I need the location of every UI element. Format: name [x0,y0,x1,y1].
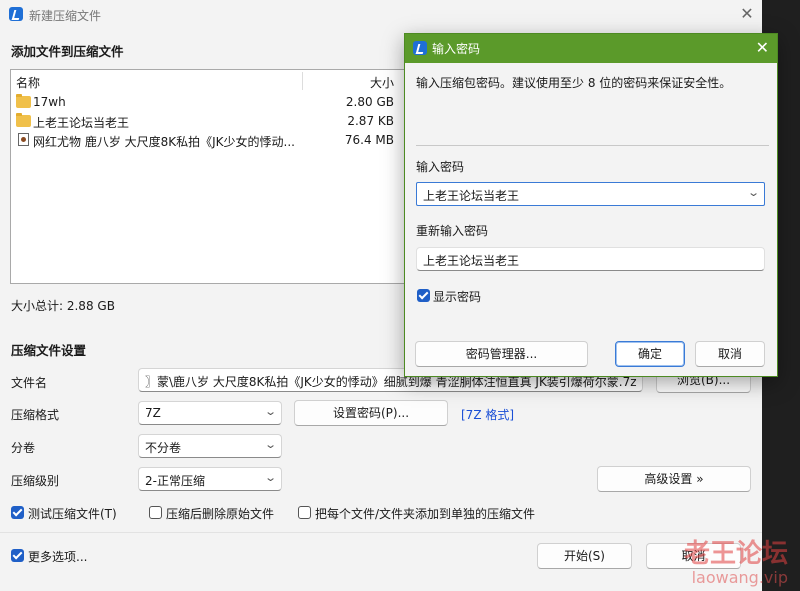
file-name: 网红尤物 鹿八岁 大尺度8K私拍《JK少女的悸动... [33,135,295,149]
title-bar: 新建压缩文件 ✕ [0,0,762,30]
confirm-password-input[interactable]: 上老王论坛当老王 [416,247,765,271]
column-header-size[interactable]: 大小 [370,74,394,91]
password-label: 输入密码 [416,160,465,174]
file-size: 2.80 GB [345,95,394,109]
ok-button[interactable]: 确定 [615,341,685,367]
password-dialog: 输入密码 ✕ 输入压缩包密码。建议使用至少 8 位的密码来保证安全性。 输入密码… [404,33,778,377]
list-item[interactable]: 网红尤物 鹿八岁 大尺度8K私拍《JK少女的悸动... 76.4 MB [11,130,404,150]
file-size: 76.4 MB [344,133,394,147]
list-item[interactable]: 上老王论坛当老王 2.87 KB [11,111,404,131]
files-section-heading: 添加文件到压缩文件 [11,44,124,59]
list-item[interactable]: 17wh 2.80 GB [11,92,404,112]
format-select[interactable]: 7Z ⌄ [138,401,282,425]
show-password-checkbox[interactable] [417,289,430,302]
app-logo-icon [9,7,23,21]
password-manager-button[interactable]: 密码管理器... [415,341,588,367]
level-select[interactable]: 2-正常压缩 ⌄ [138,467,282,491]
chevron-down-icon[interactable]: ⌄ [747,186,760,199]
file-list[interactable]: 名称 大小 17wh 2.80 GB 上老王论坛当老王 2.87 KB 网红尤物… [10,69,405,284]
start-button[interactable]: 开始(S) [537,543,632,569]
separate-archives-checkbox[interactable] [298,506,311,519]
file-name: 上老王论坛当老王 [33,116,130,130]
chevron-down-icon: ⌄ [263,405,277,418]
dialog-title: 输入密码 [432,42,481,56]
advanced-settings-button[interactable]: 高级设置 » [597,466,751,492]
dialog-title-bar: 输入密码 ✕ [405,34,777,63]
delete-originals-label[interactable]: 压缩后删除原始文件 [166,505,274,522]
test-archive-label[interactable]: 测试压缩文件(T) [28,505,117,522]
level-value: 2-正常压缩 [145,474,205,488]
show-password-label[interactable]: 显示密码 [433,288,481,305]
dialog-cancel-button[interactable]: 取消 [695,341,765,367]
app-logo-icon [413,41,427,55]
total-size: 大小总计: 2.88 GB [11,299,115,313]
confirm-password-label: 重新输入密码 [416,224,489,238]
level-label: 压缩级别 [11,474,60,488]
chevron-down-icon: ⌄ [263,438,277,451]
split-select[interactable]: 不分卷 ⌄ [138,434,282,458]
watermark-title: 老王论坛 [683,539,788,569]
separate-archives-label[interactable]: 把每个文件/文件夹添加到单独的压缩文件 [315,505,535,522]
window-title: 新建压缩文件 [29,9,102,23]
filename-label: 文件名 [11,376,48,390]
settings-heading: 压缩文件设置 [11,343,87,358]
format-label: 压缩格式 [11,408,60,422]
split-value: 不分卷 [145,441,182,455]
split-label: 分卷 [11,441,36,455]
delete-originals-checkbox[interactable] [149,506,162,519]
footer-divider [0,532,762,533]
column-header-name[interactable]: 名称 [16,74,40,91]
file-name: 17wh [33,95,66,109]
password-hint: 输入压缩包密码。建议使用至少 8 位的密码来保证安全性。 [416,76,732,90]
more-options-checkbox[interactable] [11,549,24,562]
list-header: 名称 大小 [11,70,404,92]
set-password-button[interactable]: 设置密码(P)... [294,400,448,426]
file-icon [18,133,29,146]
password-input[interactable]: 上老王论坛当老王 ⌄ [416,182,765,206]
format-value: 7Z [145,406,161,420]
watermark-url: laowang.vip [691,568,788,587]
password-value: 上老王论坛当老王 [423,189,520,203]
format-link[interactable]: [7Z 格式] [461,406,514,423]
test-archive-checkbox[interactable] [11,506,24,519]
dialog-divider [416,145,769,146]
watermark: 老王论坛 laowang.vip [684,533,788,587]
chevron-down-icon: ⌄ [263,471,277,484]
column-separator[interactable] [302,72,303,90]
more-options-label[interactable]: 更多选项... [28,548,87,565]
folder-icon [16,94,31,108]
folder-icon [16,113,31,127]
file-size: 2.87 KB [347,114,394,128]
close-icon[interactable]: ✕ [735,2,759,26]
close-icon[interactable]: ✕ [756,36,769,60]
